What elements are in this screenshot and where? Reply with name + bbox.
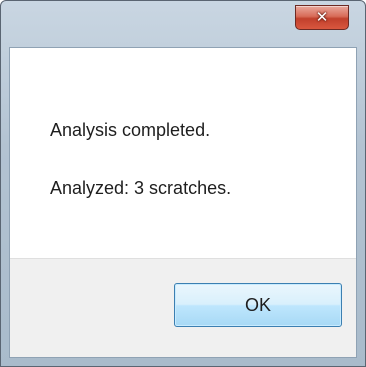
- title-bar[interactable]: ✕: [1, 1, 365, 47]
- message-line-analyzed: Analyzed: 3 scratches.: [50, 178, 232, 198]
- dialog-client-area: Analysis completed. Analyzed: 3 scratche…: [9, 47, 357, 358]
- close-icon: ✕: [315, 8, 329, 26]
- message-dialog: ✕ Analysis completed. Analyzed: 3 scratc…: [0, 0, 366, 367]
- message-area: Analysis completed. Analyzed: 3 scratche…: [10, 48, 356, 258]
- ok-button[interactable]: OK: [174, 283, 342, 327]
- button-bar: OK: [10, 258, 356, 357]
- close-button[interactable]: ✕: [295, 5, 349, 30]
- message-line-completed: Analysis completed.: [50, 120, 211, 140]
